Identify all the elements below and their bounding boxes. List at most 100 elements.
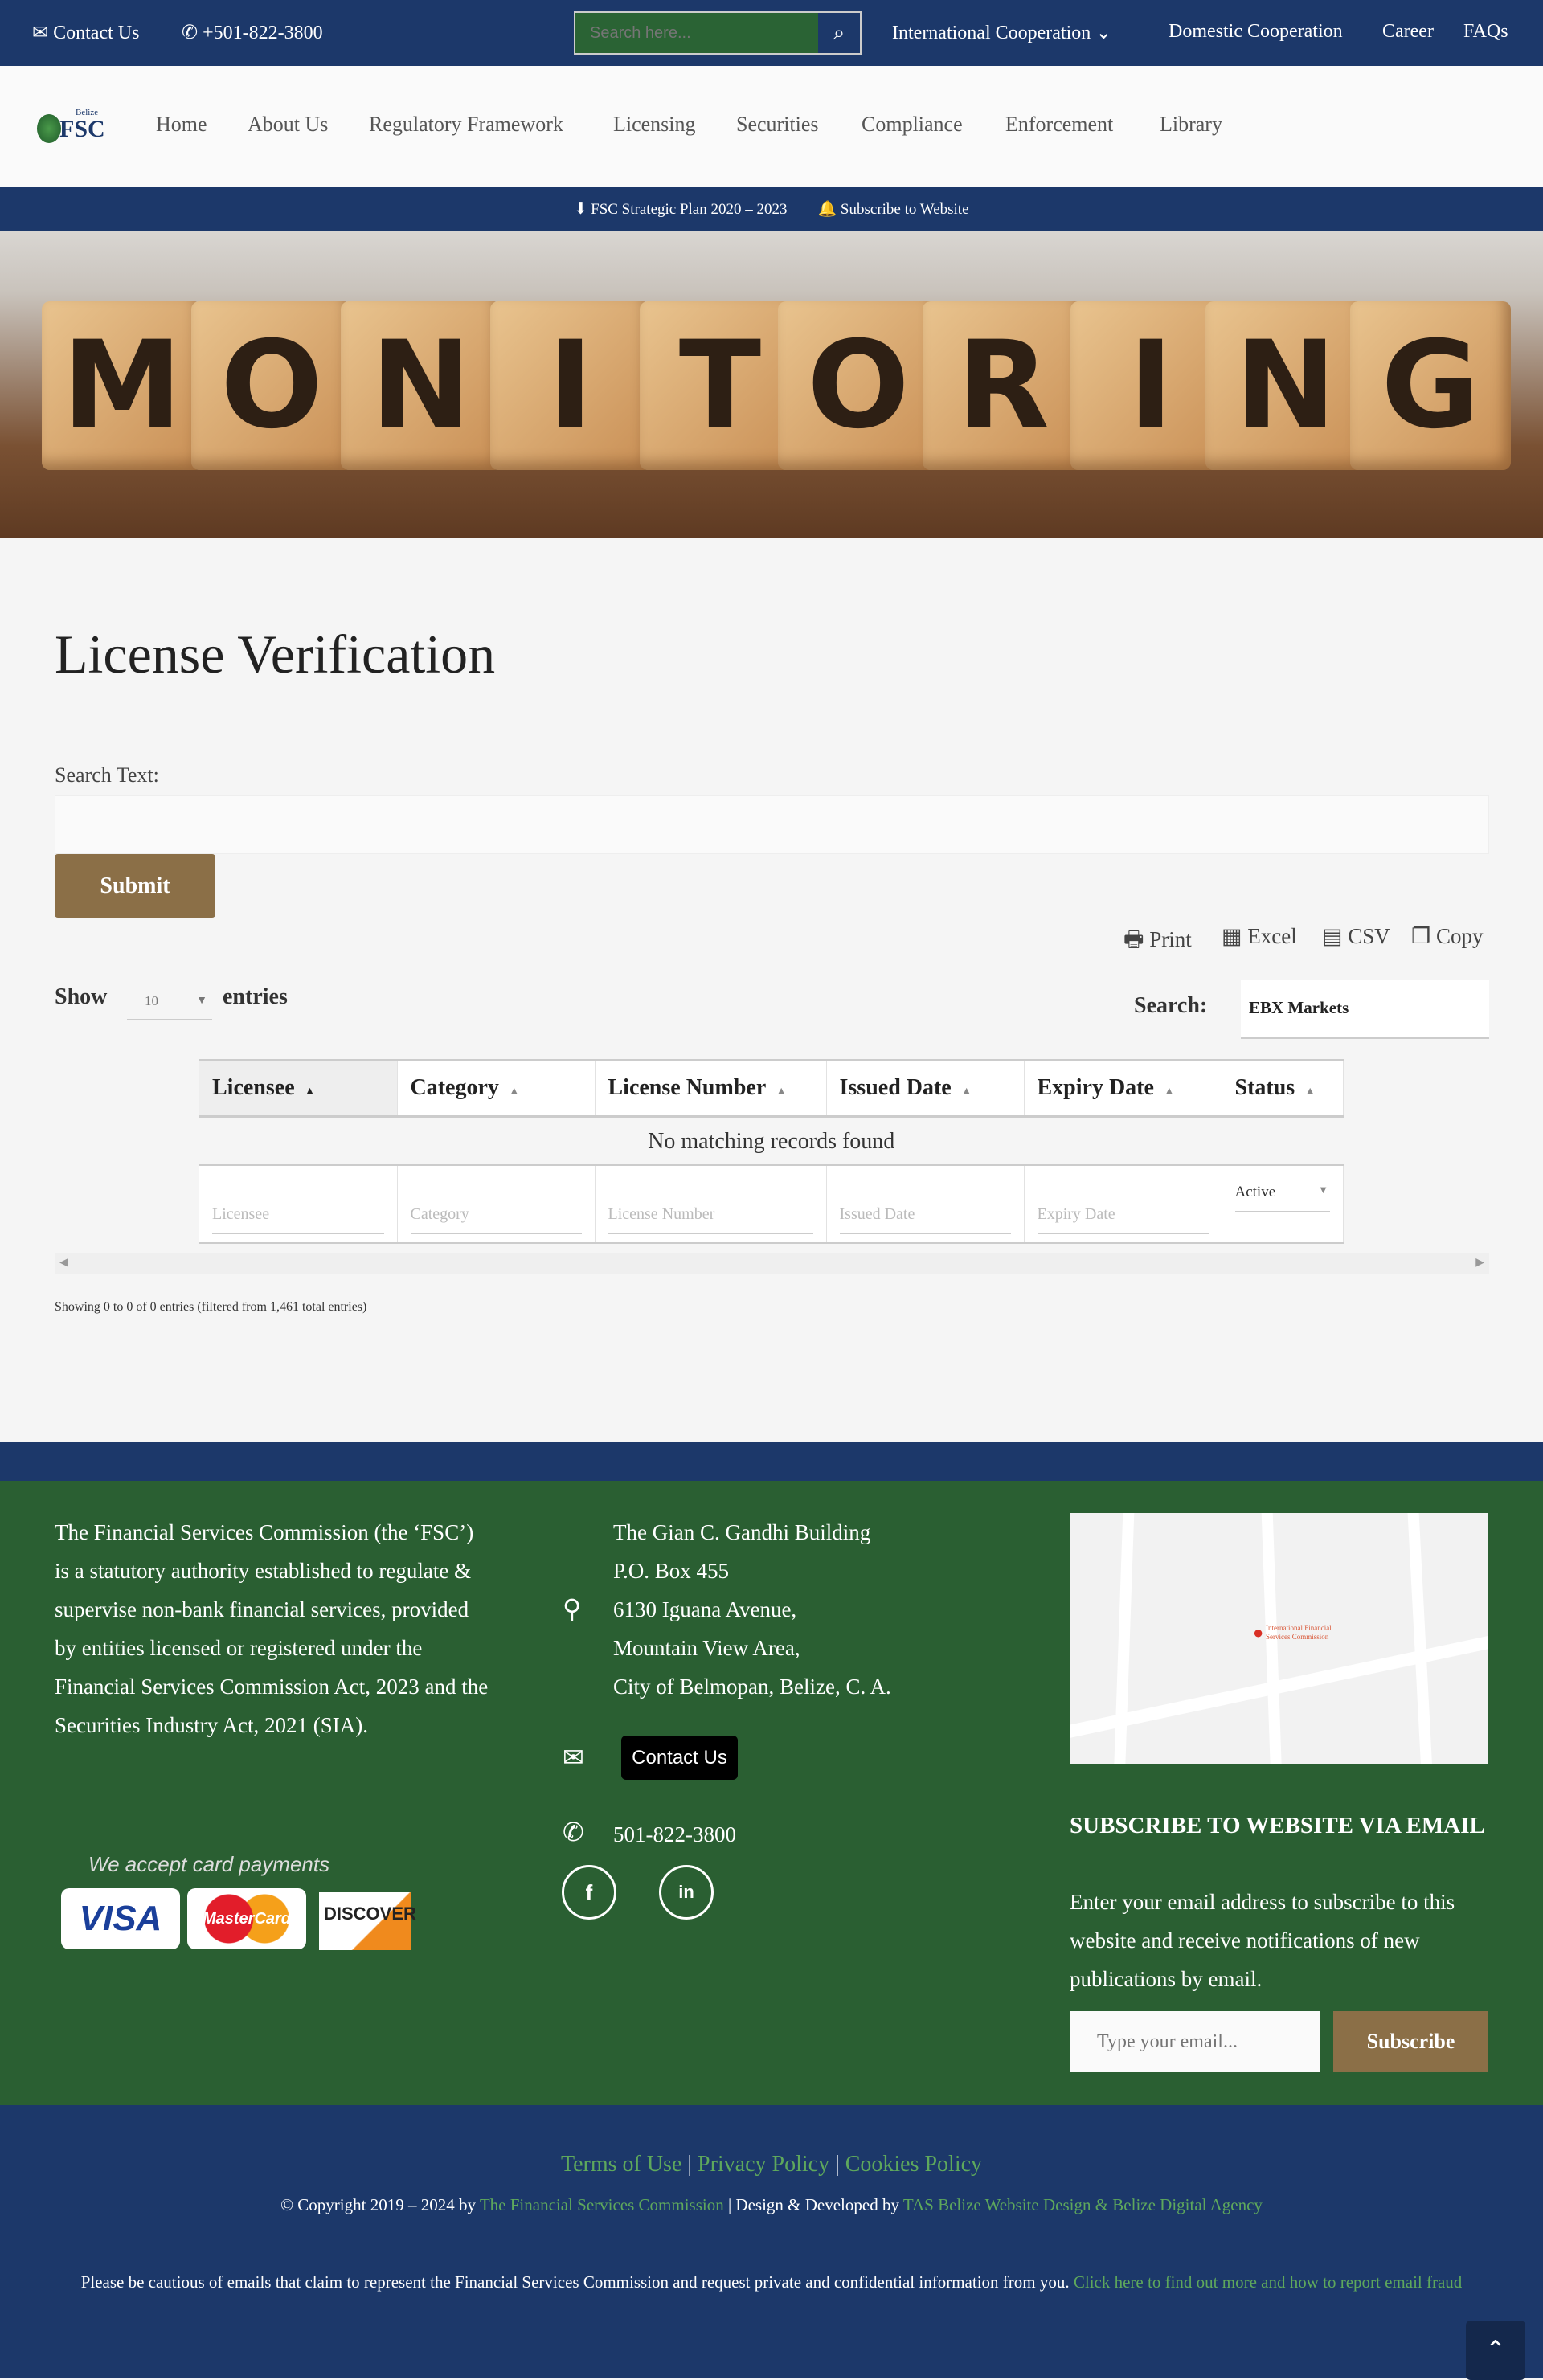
privacy-link[interactable]: Privacy Policy xyxy=(698,2152,829,2177)
letter-block: I xyxy=(490,301,651,470)
length-select[interactable]: 10 ▼ xyxy=(127,987,212,1020)
main-nav: Belize FSC Home About Us Regulatory Fram… xyxy=(0,66,1543,187)
address-line: Mountain View Area, xyxy=(613,1636,800,1660)
letter-block: O xyxy=(778,301,939,470)
fsc-link[interactable]: The Financial Services Commission xyxy=(480,2195,724,2214)
contact-link[interactable]: ✉ Contact Us xyxy=(32,21,139,44)
copy-button[interactable]: ❐ Copy xyxy=(1411,924,1483,949)
entries-label: entries xyxy=(223,984,288,1009)
nav-domestic-cooperation[interactable]: Domestic Cooperation xyxy=(1169,21,1343,43)
top-search-input[interactable] xyxy=(575,13,818,53)
subscribe-title: SUBSCRIBE TO WEBSITE VIA EMAIL xyxy=(1070,1813,1485,1838)
table-info: Showing 0 to 0 of 0 entries (filtered fr… xyxy=(55,1300,367,1314)
cards-label: We accept card payments xyxy=(88,1852,330,1876)
filter-license-number[interactable]: License Number xyxy=(608,1194,813,1234)
footer-about: The Financial Services Commission (the ‘… xyxy=(55,1520,489,1737)
submit-button[interactable]: Submit xyxy=(55,854,215,918)
linkedin-icon[interactable]: in xyxy=(659,1865,714,1920)
chevron-down-icon: ⌄ xyxy=(1095,22,1112,43)
strategic-plan-link[interactable]: ⬇ FSC Strategic Plan 2020 – 2023 xyxy=(574,200,787,219)
phone-icon: ✆ xyxy=(563,1818,584,1846)
nav-enforcement[interactable]: Enforcement xyxy=(1005,112,1113,137)
letter-block: M xyxy=(42,301,203,470)
nav-about[interactable]: About Us xyxy=(248,112,328,137)
filter-status[interactable]: Active ▼ xyxy=(1234,1184,1330,1212)
sort-icon: ▲ xyxy=(776,1086,788,1098)
envelope-icon: ✉ xyxy=(32,22,49,43)
search-text-input[interactable] xyxy=(55,795,1489,854)
fsc-logo[interactable]: Belize FSC xyxy=(37,108,106,145)
filter-licensee[interactable]: Licensee xyxy=(212,1194,384,1234)
col-licensee[interactable]: Licensee ▲ xyxy=(199,1059,398,1118)
letter-block: R xyxy=(923,301,1083,470)
back-to-top-button[interactable]: ⌃ xyxy=(1466,2321,1525,2380)
separator: | xyxy=(835,2152,840,2177)
search-text-label: Search Text: xyxy=(55,763,159,787)
globe-icon xyxy=(37,114,61,143)
copyright-text: © Copyright 2019 – 2024 by xyxy=(280,2195,476,2214)
nav-home[interactable]: Home xyxy=(156,112,207,137)
label: Copy xyxy=(1435,924,1484,948)
agency-link[interactable]: TAS Belize Website Design & Belize Digit… xyxy=(903,2195,1263,2214)
nav-library[interactable]: Library xyxy=(1160,112,1222,137)
letter-block: N xyxy=(1205,301,1366,470)
top-bar: ✉ Contact Us ✆ +501-822-3800 ⌕ Internati… xyxy=(0,0,1543,66)
nav-international-cooperation[interactable]: International Cooperation ⌄ xyxy=(892,21,1111,44)
col-issued-date[interactable]: Issued Date ▲ xyxy=(826,1059,1025,1118)
location-map[interactable]: ● International Financial Services Commi… xyxy=(1070,1513,1488,1764)
address-line: 6130 Iguana Avenue, xyxy=(613,1597,797,1621)
nav-licensing[interactable]: Licensing xyxy=(613,112,696,137)
terms-link[interactable]: Terms of Use xyxy=(561,2152,681,2177)
col-license-number[interactable]: License Number ▲ xyxy=(595,1059,827,1118)
scroll-left-icon: ◀ xyxy=(59,1257,68,1269)
top-search: ⌕ xyxy=(574,11,862,55)
phone-link[interactable]: ✆ +501-822-3800 xyxy=(182,21,323,44)
nav-compliance[interactable]: Compliance xyxy=(862,112,963,137)
sort-icon: ▲ xyxy=(508,1086,520,1098)
sort-icon: ▲ xyxy=(1304,1086,1316,1098)
col-status[interactable]: Status ▲ xyxy=(1222,1059,1344,1118)
label: Excel xyxy=(1247,924,1297,948)
search-icon[interactable]: ⌕ xyxy=(818,13,860,53)
visa-logo: VISA xyxy=(61,1888,180,1949)
nav-securities[interactable]: Securities xyxy=(736,112,819,137)
subscribe-link[interactable]: 🔔 Subscribe to Website xyxy=(818,199,969,219)
col-category[interactable]: Category ▲ xyxy=(397,1059,596,1118)
subscribe-text: Enter your email address to subscribe to… xyxy=(1070,1890,1455,1991)
filter-expiry-date[interactable]: Expiry Date xyxy=(1037,1194,1209,1234)
footer-address: The Gian C. Gandhi Building P.O. Box 455… xyxy=(613,1513,891,1706)
length-value: 10 xyxy=(145,993,158,1008)
license-table: Licensee ▲ Category ▲ License Number ▲ Issu… xyxy=(199,1059,1344,1244)
empty-message: No matching records found xyxy=(199,1117,1344,1165)
nav-regulatory[interactable]: Regulatory Framework xyxy=(369,112,563,137)
filter-category[interactable]: Category xyxy=(410,1194,582,1234)
label: International Cooperation xyxy=(892,22,1091,43)
footer-divider xyxy=(0,1442,1543,1481)
excel-icon: ▦ xyxy=(1222,924,1242,948)
address-line: The Gian C. Gandhi Building xyxy=(613,1520,871,1544)
footer-contact-button[interactable]: Contact Us xyxy=(621,1736,738,1780)
fraud-link[interactable]: Click here to find out more and how to r… xyxy=(1074,2272,1462,2292)
print-button[interactable]: 🖶 Print xyxy=(1123,924,1192,961)
cookies-link[interactable]: Cookies Policy xyxy=(845,2152,982,2177)
csv-button[interactable]: ▤ CSV xyxy=(1322,924,1390,949)
table-search-input[interactable]: EBX Markets xyxy=(1241,980,1489,1039)
csv-icon: ▤ xyxy=(1322,924,1343,948)
filter-issued-date[interactable]: Issued Date xyxy=(839,1194,1011,1234)
sort-asc-icon: ▲ xyxy=(304,1086,316,1098)
hero-banner: M O N I T O R I N G xyxy=(0,231,1543,538)
col-expiry-date[interactable]: Expiry Date ▲ xyxy=(1024,1059,1222,1118)
copy-icon: ❐ xyxy=(1411,924,1431,948)
nav-career[interactable]: Career xyxy=(1382,21,1434,43)
subscribe-button[interactable]: Subscribe xyxy=(1333,2011,1488,2072)
discover-logo: DISCOVER xyxy=(319,1892,416,1950)
horizontal-scrollbar[interactable]: ◀ ▶ xyxy=(55,1253,1489,1274)
excel-button[interactable]: ▦ Excel xyxy=(1222,924,1297,949)
email-input[interactable] xyxy=(1070,2011,1320,2072)
separator: | xyxy=(687,2152,692,2177)
nav-faqs[interactable]: FAQs xyxy=(1463,21,1508,43)
label: Print xyxy=(1149,927,1192,951)
facebook-icon[interactable]: f xyxy=(562,1865,616,1920)
header-row: Licensee ▲ Category ▲ License Number ▲ Issu… xyxy=(199,1059,1344,1118)
design-text: | Design & Developed by xyxy=(727,2195,899,2214)
